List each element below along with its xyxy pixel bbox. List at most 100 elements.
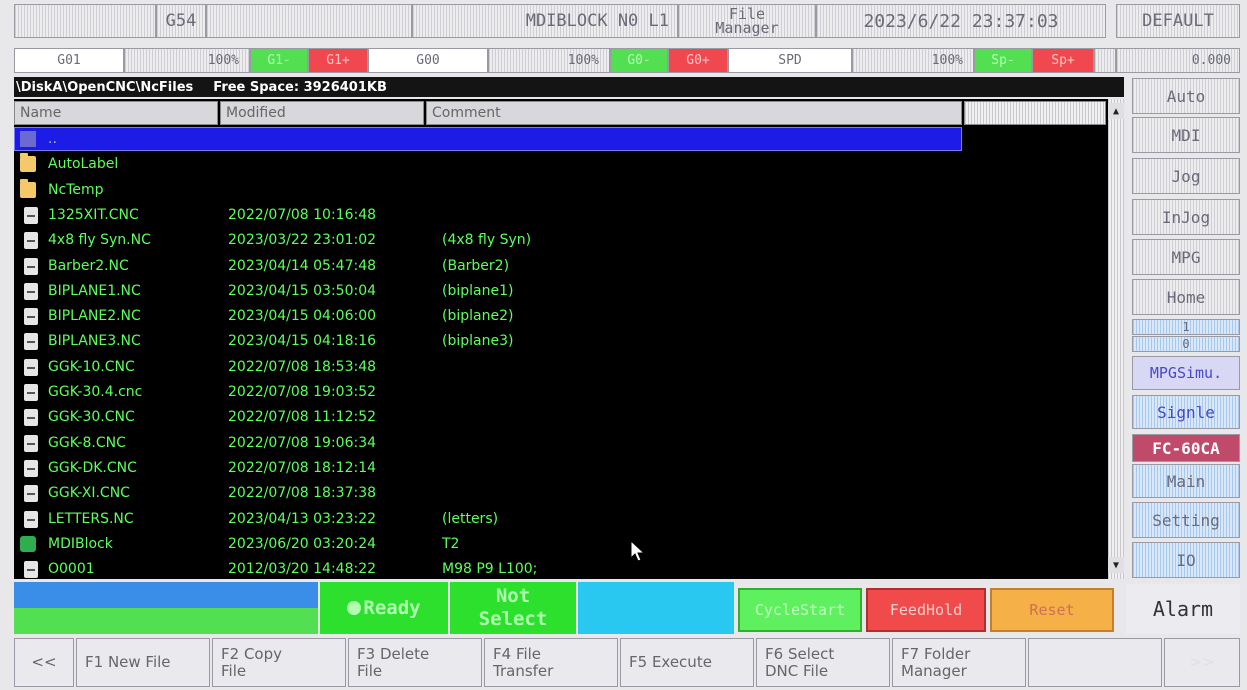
file-row[interactable]: BIPLANE2.NC 2023/04/15 04:06:00 (biplane2) bbox=[14, 304, 1094, 328]
file-row[interactable]: GGK-10.CNC 2022/07/08 18:53:48 bbox=[14, 355, 1094, 379]
f7-folder-manager-button[interactable]: F7 Folder Manager bbox=[892, 638, 1026, 687]
file-row[interactable]: GGK-8.CNC 2022/07/08 19:06:34 bbox=[14, 431, 1094, 455]
file-icon bbox=[24, 510, 38, 528]
mode-mdi-button[interactable]: MDI bbox=[1132, 117, 1240, 153]
main-menu-button[interactable]: Main bbox=[1132, 464, 1240, 498]
status-bar-blue bbox=[14, 582, 318, 608]
parent-directory-row[interactable]: .. bbox=[14, 127, 1094, 151]
file-name: 4x8 fly Syn.NC bbox=[48, 232, 151, 249]
folder-icon bbox=[20, 178, 36, 198]
spindle-code: SPD bbox=[728, 48, 852, 73]
file-row[interactable]: O0001 2012/03/20 14:48:22 M98 P9 L100; bbox=[14, 557, 1094, 579]
file-icon bbox=[24, 257, 38, 275]
scroll-up-icon[interactable]: ▲ bbox=[1108, 103, 1124, 119]
file-comment: T2 bbox=[442, 535, 460, 552]
file-icon bbox=[24, 384, 38, 401]
mode-home-button[interactable]: Home bbox=[1132, 279, 1240, 315]
feed-override-pct: 100% bbox=[124, 48, 250, 73]
mode-mpg-button[interactable]: MPG bbox=[1132, 239, 1240, 275]
file-name: GGK-30.4.cnc bbox=[48, 384, 143, 400]
spindle-minus-button[interactable]: Sp- bbox=[974, 48, 1032, 73]
prev-page-button[interactable]: << bbox=[14, 638, 74, 687]
coordinate-system: G54 bbox=[156, 4, 206, 38]
file-row[interactable]: NcTemp bbox=[14, 178, 1094, 202]
file-comment: (biplane3) bbox=[442, 333, 514, 350]
file-name: GGK-10.CNC bbox=[48, 358, 135, 375]
file-row[interactable]: 1325XIT.CNC 2022/07/08 10:16:48 bbox=[14, 203, 1094, 227]
ready-indicator: Ready bbox=[320, 582, 448, 634]
file-icon bbox=[24, 358, 38, 376]
mouse-pointer-icon bbox=[630, 540, 646, 562]
column-header-comment[interactable]: Comment bbox=[426, 101, 962, 125]
file-name: .. bbox=[48, 131, 57, 147]
scroll-down-icon[interactable]: ▼ bbox=[1108, 557, 1124, 573]
file-modified: 2023/03/22 23:01:02 bbox=[228, 232, 377, 249]
file-row[interactable]: GGK-30.4.cnc 2022/07/08 19:03:52 bbox=[14, 380, 1094, 404]
file-modified: 2023/04/13 03:23:22 bbox=[228, 510, 377, 527]
file-comment: (letters) bbox=[442, 510, 499, 527]
file-icon bbox=[24, 308, 38, 326]
file-row[interactable]: GGK-30.CNC 2022/07/08 11:12:52 bbox=[14, 405, 1094, 429]
f1-new-file-button[interactable]: F1 New File bbox=[76, 638, 210, 687]
file-icon bbox=[24, 434, 38, 452]
profile-name: DEFAULT bbox=[1116, 4, 1240, 38]
rapid-plus-button[interactable]: G0+ bbox=[668, 48, 728, 73]
f4-file-transfer-button[interactable]: F4 File Transfer bbox=[484, 638, 618, 687]
column-header-modified[interactable]: Modified bbox=[220, 101, 424, 125]
free-space: Free Space: 3926401KB bbox=[213, 79, 387, 95]
file-row[interactable]: 4x8 fly Syn.NC 2023/03/22 23:01:02 (4x8 fl… bbox=[14, 228, 1094, 252]
file-icon bbox=[24, 485, 38, 503]
header-left-blank bbox=[14, 4, 156, 38]
file-modified: 2012/03/20 14:48:22 bbox=[228, 561, 377, 578]
file-modified: 2023/06/20 03:20:24 bbox=[228, 535, 377, 552]
single-block-button[interactable]: Signle bbox=[1132, 395, 1240, 429]
file-row[interactable]: GGK-DK.CNC 2022/07/08 18:12:14 bbox=[14, 456, 1094, 480]
file-modified: 2022/07/08 19:03:52 bbox=[228, 384, 377, 400]
f8-blank-button[interactable] bbox=[1028, 638, 1162, 687]
file-icon bbox=[24, 561, 38, 579]
mode-auto-button[interactable]: Auto bbox=[1132, 78, 1240, 114]
vertical-scrollbar[interactable]: ▲ ▼ bbox=[1108, 99, 1124, 579]
mpg-simulation-button[interactable]: MPGSimu. bbox=[1132, 356, 1240, 390]
f3-delete-file-button[interactable]: F3 Delete File bbox=[348, 638, 482, 687]
feed-code: G01 bbox=[14, 48, 124, 73]
screen-title-line2: Manager bbox=[715, 19, 779, 37]
file-name: Barber2.NC bbox=[48, 257, 129, 274]
file-row[interactable]: AutoLabel bbox=[14, 152, 1094, 176]
current-path: \DiskA\OpenCNC\NcFiles bbox=[16, 79, 194, 95]
f3-label-line1: F3 Delete bbox=[357, 644, 430, 663]
column-header-name[interactable]: Name bbox=[14, 101, 218, 125]
mode-injog-button[interactable]: InJog bbox=[1132, 199, 1240, 235]
file-modified: 2023/04/15 04:06:00 bbox=[228, 308, 377, 325]
file-row[interactable]: BIPLANE1.NC 2023/04/15 03:50:04 (biplane1) bbox=[14, 279, 1094, 303]
next-page-button[interactable]: >> bbox=[1164, 638, 1240, 687]
file-list[interactable]: Name Modified Comment .. AutoLabel NcTemp 1… bbox=[14, 99, 1124, 579]
feed-plus-button[interactable]: G1+ bbox=[308, 48, 368, 73]
f2-copy-file-button[interactable]: F2 Copy File bbox=[212, 638, 346, 687]
rapid-code: G00 bbox=[368, 48, 488, 73]
f5-execute-button[interactable]: F5 Execute bbox=[620, 638, 754, 687]
rapid-minus-button[interactable]: G0- bbox=[610, 48, 668, 73]
setting-menu-button[interactable]: Setting bbox=[1132, 502, 1240, 538]
feed-minus-button[interactable]: G1- bbox=[250, 48, 308, 73]
file-comment: (Barber2) bbox=[442, 257, 510, 274]
cycle-start-button[interactable]: CycleStart bbox=[738, 588, 862, 632]
model-label: FC-60CA bbox=[1132, 434, 1240, 462]
mode-jog-button[interactable]: Jog bbox=[1132, 158, 1240, 194]
file-row[interactable]: LETTERS.NC 2023/04/13 03:23:22 (letters) bbox=[14, 507, 1094, 531]
file-row[interactable]: BIPLANE3.NC 2023/04/15 04:18:16 (biplane3) bbox=[14, 329, 1094, 353]
f2-label-line1: F2 Copy bbox=[221, 644, 282, 663]
feed-hold-button[interactable]: FeedHold bbox=[866, 588, 986, 632]
alarm-indicator[interactable]: Alarm bbox=[1126, 584, 1240, 634]
file-row[interactable]: GGK-XI.CNC 2022/07/08 18:37:38 bbox=[14, 481, 1094, 505]
spindle-plus-button[interactable]: Sp+ bbox=[1032, 48, 1094, 73]
reset-button[interactable]: Reset bbox=[990, 588, 1114, 632]
file-icon bbox=[24, 409, 38, 427]
f6-select-dnc-file-button[interactable]: F6 Select DNC File bbox=[756, 638, 890, 687]
file-row[interactable]: Barber2.NC 2023/04/14 05:47:48 (Barber2) bbox=[14, 254, 1094, 278]
file-name: AutoLabel bbox=[48, 156, 119, 173]
file-icon bbox=[24, 232, 38, 250]
folder-icon bbox=[20, 153, 36, 173]
io-menu-button[interactable]: IO bbox=[1132, 542, 1240, 578]
file-row[interactable]: MDIBlock 2023/06/20 03:20:24 T2 bbox=[14, 532, 1094, 556]
